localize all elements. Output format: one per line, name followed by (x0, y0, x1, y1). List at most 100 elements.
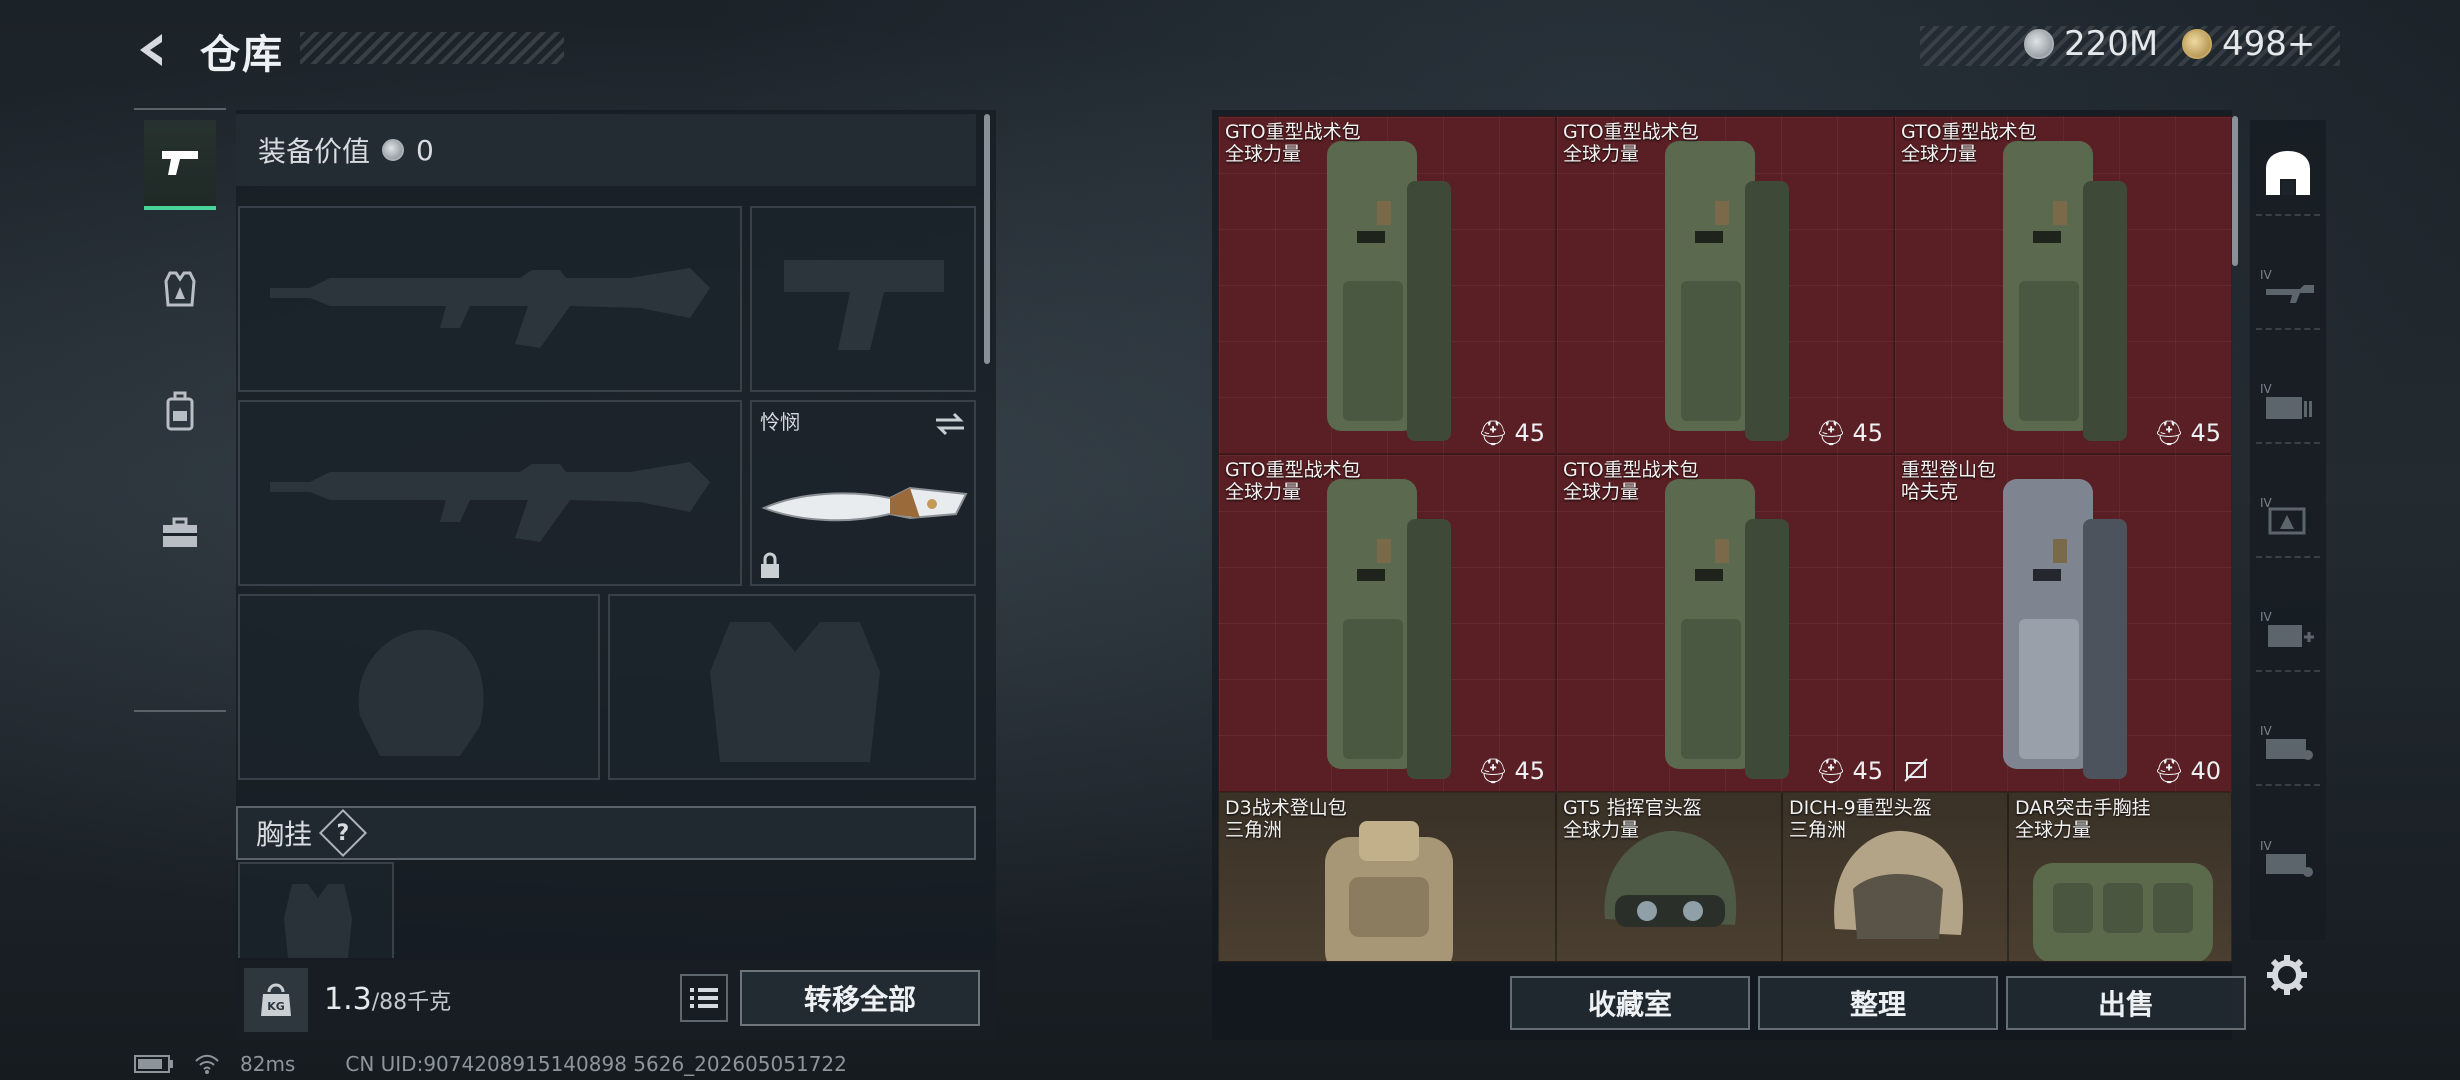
melee-slot[interactable]: 怜悯 (750, 400, 976, 586)
stash-item[interactable]: GTO重型战术包 全球力量 ⛑ 45 (1894, 116, 2232, 454)
item-name: GTO重型战术包 (1901, 121, 2037, 143)
capacity-value: 45 (1514, 757, 1545, 785)
body-armor-slot[interactable] (608, 594, 976, 780)
item-name-label: GTO重型战术包 全球力量 (1563, 121, 1699, 165)
item-maker: 全球力量 (1225, 143, 1302, 165)
stash-panel: GTO重型战术包 全球力量 ⛑ 45 GTO重型战术包 全球力量 ⛑ 45 GTO重型战… (1212, 110, 2246, 1040)
helmet-slot[interactable] (238, 594, 600, 780)
svg-text:IV: IV (2260, 610, 2273, 624)
silver-coin-icon (2024, 29, 2054, 59)
swap-icon[interactable] (934, 410, 966, 438)
nav-case[interactable] (144, 488, 216, 578)
tab-weapons-stash[interactable]: IV (2256, 246, 2320, 330)
pistol-slot[interactable] (750, 206, 976, 392)
status-bar: 82ms CN UID:9074208915140898 5626_202605… (134, 1052, 847, 1076)
nav-armor[interactable] (144, 244, 216, 334)
equipment-value: 0 (416, 133, 434, 167)
stash-scrollbar[interactable] (2232, 116, 2238, 266)
capacity-icon: ⛑ (2153, 419, 2185, 447)
item-maker: 全球力量 (1563, 143, 1640, 165)
chest-rig-slot[interactable] (238, 862, 394, 958)
no-trade-icon (1904, 758, 1928, 782)
pistol-icon (162, 151, 198, 175)
equipment-value-label: 装备价值 (258, 135, 371, 168)
ping-value: 82ms (240, 1052, 296, 1076)
silver-coin-icon (382, 139, 405, 161)
item-name-label: GTO重型战术包 全球力量 (1225, 121, 1361, 165)
backpack-icon (166, 391, 194, 431)
stash-item[interactable]: GT5 指挥官头盔 全球力量 (1556, 792, 1782, 962)
item-name: GTO重型战术包 (1563, 121, 1699, 143)
tactical-backpack-icon (1327, 141, 1451, 441)
stash-footer: 收藏室 整理 出售 (1212, 964, 2246, 1040)
item-maker: 全球力量 (1563, 819, 1640, 841)
ammo-tab-icon: IV (2260, 382, 2312, 419)
user-uid: CN UID:9074208915140898 5626_20260505172… (345, 1052, 847, 1076)
title-decoration (300, 32, 564, 64)
capacity-icon: ⛑ (1477, 757, 1509, 785)
capacity-icon: ⛑ (1477, 419, 1509, 447)
svg-text:IV: IV (2260, 382, 2273, 396)
stash-item[interactable]: GTO重型战术包 全球力量 ⛑ 45 (1218, 116, 1556, 454)
medkit-tab-icon: IV (2260, 610, 2314, 647)
transfer-all-button[interactable]: 转移全部 (740, 970, 980, 1026)
svg-text:IV: IV (2260, 268, 2273, 282)
capacity-value: 45 (1514, 419, 1545, 447)
equipment-panel: 装备价值 0 怜悯 胸挂 ? KG 1.3/88千克 转移全部 (236, 110, 996, 1040)
primary-weapon-slot[interactable] (238, 206, 742, 392)
sort-button[interactable]: 整理 (1758, 976, 1998, 1030)
item-name-label: GTO重型战术包 全球力量 (1563, 459, 1699, 503)
silver-amount: 220M (2064, 24, 2159, 64)
collection-room-button[interactable]: 收藏室 (1510, 976, 1750, 1030)
list-view-button[interactable] (680, 974, 728, 1022)
nav-backpack[interactable] (144, 366, 216, 456)
tab-gear-stash[interactable]: IV (2256, 474, 2320, 558)
equipment-scrollbar[interactable] (984, 114, 990, 364)
item-maker: 三角洲 (1789, 819, 1847, 841)
svg-text:IV: IV (2260, 839, 2273, 853)
gold-currency[interactable]: 498+ (2182, 24, 2315, 64)
pistol-silhouette-icon (784, 260, 944, 350)
item-name-label: DAR突击手胸挂 全球力量 (2015, 797, 2151, 841)
wifi-icon (195, 1054, 219, 1074)
stash-item[interactable]: GTO重型战术包 全球力量 ⛑ 45 (1218, 454, 1556, 792)
capacity-value: 45 (1852, 419, 1883, 447)
stash-item[interactable]: DAR突击手胸挂 全球力量 (2008, 792, 2232, 962)
item-capacity: ⛑ 45 (2154, 419, 2221, 447)
stash-item[interactable]: GTO重型战术包 全球力量 ⛑ 45 (1556, 116, 1894, 454)
nav-weapons[interactable] (144, 120, 216, 210)
tab-key-stash[interactable]: IV (2256, 702, 2320, 786)
item-maker: 全球力量 (2015, 819, 2092, 841)
item-name-label: GTO重型战术包 全球力量 (1225, 459, 1361, 503)
silver-currency[interactable]: 220M (2024, 24, 2158, 64)
item-maker: 哈夫克 (1901, 481, 1959, 503)
list-icon (690, 988, 718, 1008)
stash-item[interactable]: D3战术登山包 三角洲 (1218, 792, 1556, 962)
rig-silhouette-icon (284, 884, 352, 958)
stash-item[interactable]: GTO重型战术包 全球力量 ⛑ 45 (1556, 454, 1894, 792)
tab-ammo-stash[interactable]: IV (2256, 360, 2320, 444)
sell-button[interactable]: 出售 (2006, 976, 2246, 1030)
weight-button[interactable]: KG (244, 968, 308, 1032)
settings-button[interactable] (2262, 950, 2312, 1000)
tab-misc-stash[interactable]: IV (2256, 816, 2320, 900)
tab-medical-stash[interactable]: IV (2256, 588, 2320, 672)
item-maker: 全球力量 (1563, 481, 1640, 503)
rifle-silhouette-icon (270, 268, 710, 348)
back-button[interactable] (128, 24, 180, 76)
item-capacity: ⛑ 45 (1816, 419, 1883, 447)
item-name-label: D3战术登山包 三角洲 (1225, 797, 1347, 841)
gold-coin-icon (2182, 29, 2212, 59)
item-capacity: ⛑ 45 (1478, 419, 1545, 447)
armor-icon (164, 271, 196, 307)
stash-item[interactable]: 重型登山包 哈夫克 ⛑ 40 (1894, 454, 2232, 792)
item-name-label: GT5 指挥官头盔 全球力量 (1563, 797, 1702, 841)
stash-item[interactable]: DICH-9重型头盔 三角洲 (1782, 792, 2008, 962)
helmet-silhouette-icon (358, 629, 484, 756)
secondary-weapon-slot[interactable] (238, 400, 742, 586)
weight-current: 1.3 (324, 982, 372, 1017)
mountain-backpack-icon (2003, 479, 2127, 779)
tab-main-stash[interactable] (2256, 132, 2320, 216)
back-arrow-icon (140, 34, 162, 66)
help-button[interactable]: ? (318, 808, 368, 858)
